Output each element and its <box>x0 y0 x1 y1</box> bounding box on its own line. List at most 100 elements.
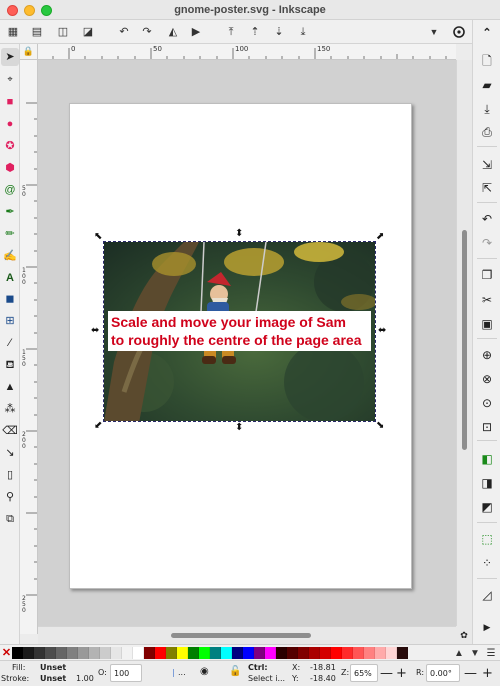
color-swatch[interactable] <box>243 647 254 659</box>
color-swatch[interactable] <box>56 647 67 659</box>
color-swatch[interactable] <box>232 647 243 659</box>
zoom-tool[interactable]: ⚲ <box>1 488 19 506</box>
color-swatch[interactable] <box>342 647 353 659</box>
fill-value[interactable]: Unset <box>40 663 66 673</box>
tweak-tool[interactable]: ▲ <box>1 378 19 396</box>
deselect-button[interactable]: ◫ <box>54 23 72 41</box>
stroke-width-value[interactable]: 1.00 <box>76 674 94 684</box>
color-swatch[interactable] <box>287 647 298 659</box>
scale-handle-bottom-right[interactable]: ⬊ <box>376 421 384 431</box>
color-swatch[interactable] <box>353 647 364 659</box>
print-button[interactable]: ⎙ <box>477 123 497 141</box>
color-swatch[interactable] <box>331 647 342 659</box>
zoom-out-button[interactable]: — <box>380 667 393 680</box>
color-swatch[interactable] <box>199 647 210 659</box>
snap-toggle-button[interactable] <box>450 23 468 41</box>
toggle-visibility-button[interactable]: ◉ <box>200 667 209 677</box>
color-swatch[interactable] <box>265 647 276 659</box>
gradient-tool[interactable]: ◼ <box>1 290 19 308</box>
flip-horizontal-button[interactable]: ◭ <box>164 23 182 41</box>
star-tool[interactable]: ✪ <box>1 137 19 155</box>
scale-handle-bottom-left[interactable]: ⬋ <box>94 421 102 431</box>
select-same-button[interactable]: ◪ <box>79 23 97 41</box>
zoom-page-width-button[interactable]: ⊡ <box>477 418 497 436</box>
import-button[interactable]: ⇲ <box>477 156 497 174</box>
layer-dropdown[interactable]: ... <box>178 668 186 678</box>
raise-button[interactable]: ⇡ <box>246 23 264 41</box>
color-swatch[interactable] <box>34 647 45 659</box>
clone-button[interactable]: ◨ <box>477 474 497 492</box>
toggle-lock-button[interactable]: 🔓 <box>229 667 241 677</box>
open-document-button[interactable]: ▰ <box>477 76 497 94</box>
scale-handle-top-right[interactable]: ⬈ <box>376 232 384 242</box>
commands-more-button[interactable]: ⌃ <box>477 24 497 42</box>
palette-scroll-down-button[interactable]: ▼ <box>468 646 482 660</box>
pencil-tool[interactable]: ✏ <box>1 225 19 243</box>
new-document-button[interactable]: 🗋 <box>477 52 497 70</box>
rectangle-tool[interactable]: ■ <box>1 93 19 111</box>
lower-button[interactable]: ⇣ <box>270 23 288 41</box>
color-swatch[interactable] <box>45 647 56 659</box>
color-swatch[interactable] <box>386 647 397 659</box>
rotation-input[interactable]: 0.00° <box>426 664 460 682</box>
unlink-clone-button[interactable]: ◩ <box>477 498 497 516</box>
color-swatch[interactable] <box>23 647 34 659</box>
ellipse-tool[interactable]: ● <box>1 115 19 133</box>
rotate-ccw-button[interactable]: ↶ <box>115 23 133 41</box>
lower-to-bottom-button[interactable]: ⤓ <box>294 23 312 41</box>
palette-options-button[interactable]: ☰ <box>484 646 498 660</box>
rotate-cw-button[interactable]: ↷ <box>138 23 156 41</box>
color-swatch[interactable] <box>89 647 100 659</box>
color-swatch[interactable] <box>111 647 122 659</box>
scale-handle-top-left[interactable]: ⬉ <box>94 232 102 242</box>
redo-button[interactable]: ↷ <box>477 234 497 252</box>
display-mode-button[interactable]: ✿ <box>456 626 472 644</box>
color-swatch[interactable] <box>210 647 221 659</box>
scale-handle-right[interactable]: ⬌ <box>378 326 386 336</box>
fill-stroke-button[interactable]: ◿ <box>477 586 497 604</box>
color-swatch[interactable] <box>177 647 188 659</box>
pen-tool[interactable]: ✒ <box>1 203 19 221</box>
palette-menu-button[interactable]: ▲ <box>452 646 466 660</box>
horizontal-scrollbar[interactable] <box>38 626 456 644</box>
connector-tool[interactable]: ↘ <box>1 444 19 462</box>
ungroup-button[interactable]: ⁘ <box>477 554 497 572</box>
color-swatch[interactable] <box>155 647 166 659</box>
color-swatch[interactable] <box>144 647 155 659</box>
select-all-in-all-layers-button[interactable]: ▤ <box>28 23 46 41</box>
scale-handle-bottom[interactable]: ⬍ <box>235 423 243 433</box>
color-swatch[interactable] <box>221 647 232 659</box>
text-tool[interactable]: A <box>1 269 19 287</box>
copy-button[interactable]: ❐ <box>477 266 497 284</box>
vertical-scrollbar[interactable] <box>456 60 472 634</box>
3d-box-tool[interactable]: ⬢ <box>1 159 19 177</box>
duplicate-button[interactable]: ◧ <box>477 450 497 468</box>
color-swatch[interactable] <box>78 647 89 659</box>
commands-overflow-button[interactable]: ▶ <box>477 618 497 636</box>
select-all-button[interactable]: ▦ <box>4 23 22 41</box>
stroke-value[interactable]: Unset <box>40 674 66 684</box>
rotate-plus-button[interactable]: + <box>482 667 493 680</box>
spiral-tool[interactable]: @ <box>1 181 19 199</box>
color-swatch[interactable] <box>100 647 111 659</box>
horizontal-scrollbar-thumb[interactable] <box>171 633 311 638</box>
color-swatch[interactable] <box>298 647 309 659</box>
color-swatch[interactable] <box>397 647 408 659</box>
spray-tool[interactable]: ⁂ <box>1 400 19 418</box>
paste-button[interactable]: ▣ <box>477 315 497 333</box>
scale-handle-left[interactable]: ⬌ <box>91 326 99 336</box>
no-paint-swatch[interactable]: ✕ <box>1 646 12 659</box>
color-swatch[interactable] <box>122 647 133 659</box>
zoom-in-button[interactable]: + <box>396 667 407 680</box>
color-swatch[interactable] <box>166 647 177 659</box>
color-swatch[interactable] <box>276 647 287 659</box>
raise-to-top-button[interactable]: ⤒ <box>222 23 240 41</box>
paint-bucket-tool[interactable]: ⛾ <box>1 356 19 374</box>
color-swatch[interactable] <box>309 647 320 659</box>
color-swatch[interactable] <box>254 647 265 659</box>
group-button[interactable]: ⬚ <box>477 530 497 548</box>
ruler-corner-lock[interactable]: 🔒 <box>20 44 38 60</box>
pages-tool[interactable]: ▯ <box>1 466 19 484</box>
color-swatch[interactable] <box>320 647 331 659</box>
vertical-scrollbar-thumb[interactable] <box>462 230 467 450</box>
